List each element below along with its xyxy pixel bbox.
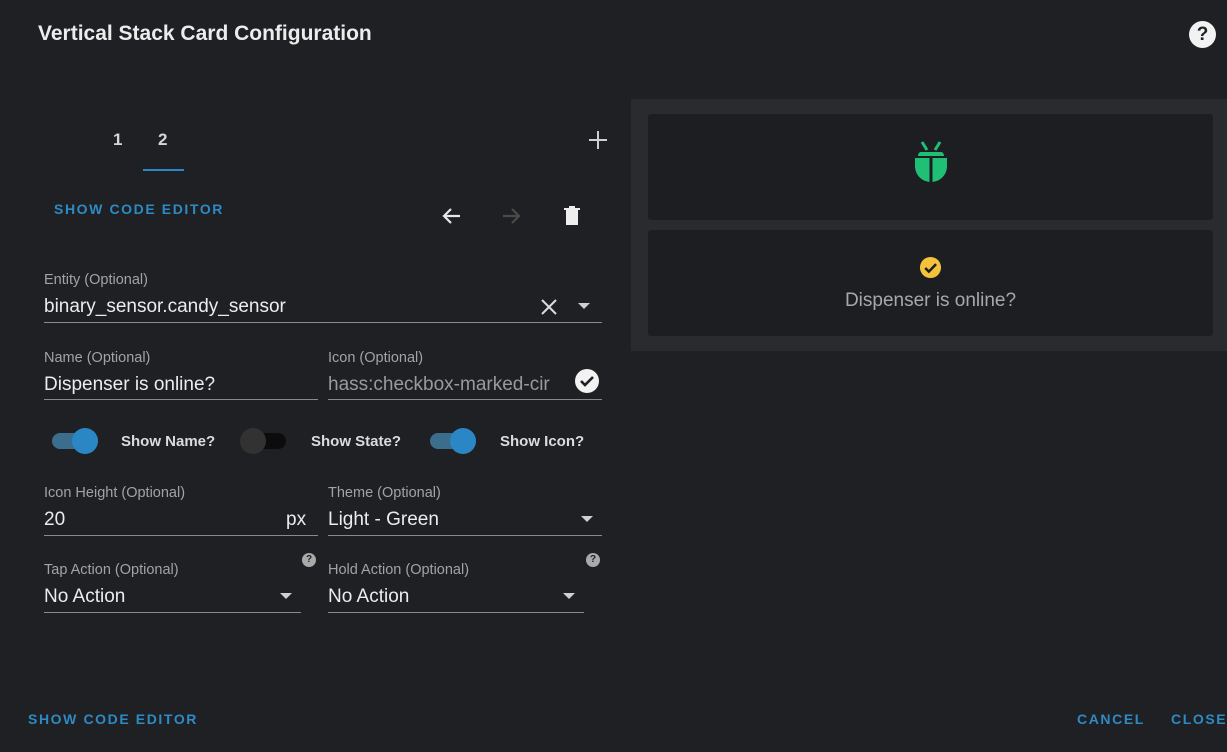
icon-height-suffix: px bbox=[286, 509, 307, 530]
show-icon-label: Show Icon? bbox=[500, 433, 585, 450]
active-tab-indicator bbox=[143, 169, 184, 171]
switch-knob bbox=[450, 428, 476, 454]
dropdown-arrow-icon[interactable] bbox=[560, 590, 578, 602]
plus-icon[interactable] bbox=[586, 128, 610, 152]
name-label: Name (Optional) bbox=[44, 350, 151, 366]
switch-knob bbox=[240, 428, 266, 454]
clear-icon[interactable] bbox=[539, 297, 559, 317]
dropdown-arrow-icon[interactable] bbox=[578, 513, 596, 525]
arrow-right-icon[interactable] bbox=[499, 204, 523, 228]
icon-height-underline bbox=[44, 535, 318, 536]
icon-height-label: Icon Height (Optional) bbox=[44, 485, 186, 501]
theme-underline bbox=[328, 535, 602, 536]
entity-input[interactable]: binary_sensor.candy_sensor bbox=[44, 296, 524, 318]
ladybug-icon bbox=[915, 141, 947, 182]
preview-card-2[interactable] bbox=[648, 230, 1213, 336]
help-circle-icon[interactable]: ? bbox=[586, 553, 600, 567]
icon-input[interactable]: hass:checkbox-marked-cir bbox=[328, 374, 574, 396]
tab-2[interactable]: 2 bbox=[158, 130, 167, 150]
preview-card-name: Dispenser is online? bbox=[844, 290, 1017, 311]
hold-action-label: Hold Action (Optional) bbox=[328, 562, 470, 578]
tap-action-label: Tap Action (Optional) bbox=[44, 562, 179, 578]
show-state-label: Show State? bbox=[311, 433, 402, 450]
hold-action-underline bbox=[328, 612, 584, 613]
arrow-left-icon[interactable] bbox=[440, 204, 464, 228]
dropdown-arrow-icon[interactable] bbox=[277, 590, 295, 602]
name-input[interactable]: Dispenser is online? bbox=[44, 374, 314, 396]
help-circle-icon[interactable]: ? bbox=[302, 553, 316, 567]
icon-underline bbox=[328, 399, 602, 400]
dropdown-arrow-icon[interactable] bbox=[575, 300, 593, 312]
theme-select[interactable]: Light - Green bbox=[328, 509, 568, 531]
entity-underline bbox=[44, 322, 602, 323]
delete-icon[interactable] bbox=[560, 204, 584, 228]
show-state-switch[interactable] bbox=[240, 427, 290, 455]
checkbox-marked-circle-icon bbox=[919, 256, 942, 279]
entity-label: Entity (Optional) bbox=[44, 272, 148, 288]
icon-label: Icon (Optional) bbox=[328, 350, 424, 366]
tap-action-select[interactable]: No Action bbox=[44, 586, 264, 608]
dialog-title: Vertical Stack Card Configuration bbox=[38, 22, 372, 45]
icon-height-input[interactable]: 20 bbox=[44, 509, 264, 531]
switch-knob bbox=[72, 428, 98, 454]
theme-label: Theme (Optional) bbox=[328, 485, 441, 501]
tap-action-underline bbox=[44, 612, 301, 613]
footer-show-code-editor-button[interactable]: SHOW CODE EDITOR bbox=[28, 711, 198, 727]
checkbox-marked-circle-icon bbox=[575, 369, 599, 393]
name-underline bbox=[44, 399, 318, 400]
hold-action-select[interactable]: No Action bbox=[328, 586, 548, 608]
close-button[interactable]: CLOSE bbox=[1171, 711, 1227, 727]
show-name-switch[interactable] bbox=[52, 427, 102, 455]
show-name-label: Show Name? bbox=[121, 433, 216, 450]
show-icon-switch[interactable] bbox=[430, 427, 480, 455]
tab-1[interactable]: 1 bbox=[113, 130, 122, 150]
show-code-editor-link[interactable]: SHOW CODE EDITOR bbox=[54, 201, 224, 217]
cancel-button[interactable]: CANCEL bbox=[1077, 711, 1145, 727]
help-circle-icon[interactable]: ? bbox=[1189, 21, 1216, 48]
